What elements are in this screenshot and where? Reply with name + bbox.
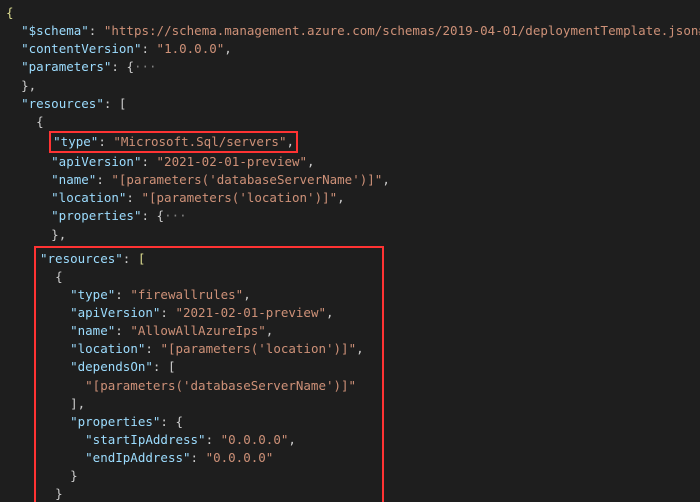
code-line: "properties": {··· (6, 207, 694, 225)
json-string: "Microsoft.Sql/servers" (113, 134, 286, 149)
json-key: "name" (70, 323, 115, 338)
json-string: "[parameters('location')]" (160, 341, 356, 356)
json-key: "name" (51, 172, 96, 187)
json-key: "contentVersion" (21, 41, 141, 56)
brace-open: { (6, 5, 14, 20)
code-line: "$schema": "https://schema.management.az… (6, 22, 694, 40)
code-line: { (40, 268, 378, 286)
highlight-box: "resources": [ { "type": "firewallrules"… (34, 246, 384, 502)
json-string: "0.0.0.0" (206, 450, 274, 465)
json-key: "endIpAddress" (85, 450, 190, 465)
json-key: "properties" (51, 208, 141, 223)
json-key: "parameters" (21, 59, 111, 74)
json-key: "resources" (21, 96, 104, 111)
code-line: "[parameters('databaseServerName')]" (40, 377, 378, 395)
json-key: "$schema" (21, 23, 89, 38)
code-line: "resources": [ (6, 95, 694, 113)
json-key: "apiVersion" (70, 305, 160, 320)
json-key: "resources" (40, 251, 123, 266)
fold-indicator[interactable]: ··· (164, 208, 187, 223)
fold-indicator[interactable]: ··· (134, 59, 157, 74)
code-line: "parameters": {··· (6, 58, 694, 76)
json-string: "https://schema.management.azure.com/sch… (104, 23, 700, 38)
json-key: "apiVersion" (51, 154, 141, 169)
code-line: "location": "[parameters('location')]", (6, 189, 694, 207)
code-line: }, (6, 226, 694, 244)
json-key: "location" (70, 341, 145, 356)
code-line: "type": "Microsoft.Sql/servers", (6, 131, 694, 153)
code-line: "name": "[parameters('databaseServerName… (6, 171, 694, 189)
json-string: "firewallrules" (130, 287, 243, 302)
json-key: "type" (70, 287, 115, 302)
code-line: "properties": { (40, 413, 378, 431)
code-line: "contentVersion": "1.0.0.0", (6, 40, 694, 58)
json-key: "dependsOn" (70, 359, 153, 374)
code-editor: { "$schema": "https://schema.management.… (0, 0, 700, 502)
json-key: "startIpAddress" (85, 432, 205, 447)
code-line: { (6, 113, 694, 131)
code-line: }, (6, 77, 694, 95)
code-line: } (40, 485, 378, 502)
code-line: "location": "[parameters('location')]", (40, 340, 378, 358)
code-line: ], (40, 395, 378, 413)
code-line: "dependsOn": [ (40, 358, 378, 376)
json-key: "location" (51, 190, 126, 205)
code-line: "name": "AllowAllAzureIps", (40, 322, 378, 340)
json-key: "type" (53, 134, 98, 149)
json-string: "2021-02-01-preview" (175, 305, 326, 320)
code-line: "endIpAddress": "0.0.0.0" (40, 449, 378, 467)
json-string: "[parameters('databaseServerName')]" (111, 172, 382, 187)
json-string: "2021-02-01-preview" (157, 154, 308, 169)
json-string: "0.0.0.0" (221, 432, 289, 447)
json-key: "properties" (70, 414, 160, 429)
code-line: { (6, 4, 694, 22)
code-line: "startIpAddress": "0.0.0.0", (40, 431, 378, 449)
code-line: } (40, 467, 378, 485)
code-line: "resources": [ (40, 250, 378, 268)
code-line: "apiVersion": "2021-02-01-preview", (40, 304, 378, 322)
json-string: "AllowAllAzureIps" (130, 323, 265, 338)
code-line: "apiVersion": "2021-02-01-preview", (6, 153, 694, 171)
json-string: "[parameters('location')]" (141, 190, 337, 205)
code-line: "type": "firewallrules", (40, 286, 378, 304)
json-string: "[parameters('databaseServerName')]" (85, 378, 356, 393)
json-string: "1.0.0.0" (157, 41, 225, 56)
highlight-box: "type": "Microsoft.Sql/servers", (49, 131, 298, 153)
